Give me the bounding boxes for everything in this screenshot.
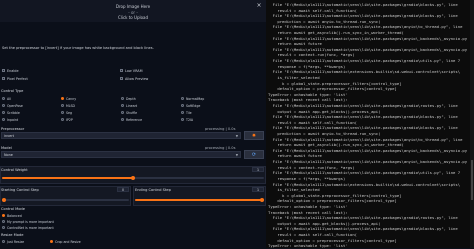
refresh-models-button[interactable]: ⟳	[244, 150, 264, 159]
control-type-radio[interactable]	[2, 97, 5, 100]
resize-mode-radio[interactable]	[50, 240, 53, 243]
control-type-radio[interactable]	[61, 118, 64, 121]
control-type-radio[interactable]	[121, 118, 124, 121]
control-weight-handle[interactable]	[131, 176, 135, 180]
starting-step-input[interactable]: 0	[117, 187, 129, 192]
resize-mode-option: Just Resize	[7, 239, 25, 244]
chevron-down-icon: ▼	[235, 134, 238, 138]
terminal-line: File "E:\Mediu\ola1111\automatic\venv\li…	[268, 215, 458, 221]
drop-zone-upload-text: Click to Upload	[117, 15, 149, 20]
control-weight-fill	[2, 177, 133, 179]
preprocessor-select[interactable]: invert ▼	[1, 132, 241, 139]
control-type-radio[interactable]	[61, 97, 64, 100]
resize-mode-label: Resize Mode	[1, 233, 24, 237]
starting-step-handle[interactable]	[2, 198, 6, 202]
control-type-radio[interactable]	[61, 111, 64, 114]
control-type-option: Scribble	[7, 110, 20, 115]
control-type-radio[interactable]	[2, 104, 5, 107]
terminal-output: File "E:\Mediu\ola1111\automatic\venv\li…	[268, 2, 474, 249]
control-type-label: Control Type	[1, 89, 24, 93]
control-weight-label: Control Weight	[1, 168, 28, 172]
control-mode-option: ControlNet is more important	[7, 225, 54, 230]
info-text: Set the preprocessor to [invert] if your…	[2, 46, 154, 50]
control-type-option: SoftEdge	[186, 103, 201, 108]
close-icon[interactable]: ×	[256, 3, 262, 9]
control-mode-radio[interactable]	[2, 220, 5, 223]
terminal-line: File "E:\Mediu\ola1111\automatic\venv\li…	[268, 102, 458, 108]
starting-step-slider[interactable]	[2, 198, 129, 202]
ending-step-slider[interactable]	[135, 198, 264, 202]
model-status: processing | 0.0s	[205, 146, 236, 150]
control-mode-radio[interactable]	[2, 226, 5, 229]
control-type-option: T2IA	[186, 117, 194, 122]
terminal-line: File "E:\Mediu\ola1111\automatic\venv\li…	[268, 13, 458, 19]
control-type-radio[interactable]	[2, 111, 5, 114]
terminal-line: File "E:\Mediu\ola1111\automatic\venv\li…	[268, 159, 468, 165]
model-select[interactable]: None ▼	[1, 151, 241, 158]
ending-step-label: Ending Control Step	[135, 188, 171, 192]
ending-step-fill	[135, 199, 264, 201]
control-weight-panel	[0, 166, 266, 184]
control-type-option: MLSD	[66, 103, 76, 108]
control-type-option: OpenPose	[7, 103, 23, 108]
preprocessor-status: processing | 0.0s	[205, 127, 236, 131]
terminal-line: File "E:\Mediu\ola1111\automatic\venv\li…	[268, 114, 458, 120]
control-type-radio[interactable]	[181, 111, 184, 114]
control-type-option: Tile	[186, 110, 192, 115]
model-label: Model	[1, 146, 12, 150]
enable-checkbox[interactable]	[2, 69, 5, 72]
resize-mode-option: Crop and Resize	[55, 239, 81, 244]
pixel-perfect-checkbox[interactable]	[2, 77, 5, 80]
control-mode-radio[interactable]	[2, 214, 5, 217]
control-type-option: All	[7, 96, 11, 101]
control-weight-slider[interactable]	[2, 176, 264, 180]
ending-step-input[interactable]: 1	[252, 187, 264, 192]
low-vram-checkbox[interactable]	[120, 69, 123, 72]
control-type-radio[interactable]	[181, 97, 184, 100]
starting-step-label: Starting Control Step	[1, 188, 39, 192]
controlnet-panel: Drop Image Here - or - Click to Upload ×…	[0, 0, 266, 248]
terminal-scrollbar[interactable]	[470, 0, 474, 248]
control-mode-option: Balanced	[7, 213, 22, 218]
control-type-option: Lineart	[126, 103, 138, 108]
control-type-radio[interactable]	[181, 118, 184, 121]
terminal-scrollbar-thumb[interactable]	[471, 160, 473, 200]
control-type-option: Seg	[66, 110, 73, 115]
allow-preview-checkbox[interactable]	[120, 77, 123, 80]
control-type-option: Shuffle	[126, 110, 138, 115]
refresh-icon: ⟳	[251, 152, 257, 158]
drop-zone-text: Drop Image Here	[115, 4, 151, 9]
preprocessor-value: invert	[4, 134, 14, 138]
ending-step-handle[interactable]	[260, 198, 264, 202]
control-type-option: IP2P	[66, 117, 73, 122]
control-type-radio[interactable]	[2, 118, 5, 121]
control-type-option: Inpaint	[7, 117, 19, 122]
control-type-radio[interactable]	[181, 104, 184, 107]
allow-preview-label: Allow Preview	[125, 76, 149, 81]
control-type-option: Canny	[66, 96, 77, 101]
control-mode-label: Control Mode	[1, 207, 25, 211]
enable-label: Enable	[7, 68, 19, 73]
control-type-radio[interactable]	[121, 111, 124, 114]
control-type-radio[interactable]	[61, 104, 64, 107]
low-vram-label: Low VRAM	[125, 68, 143, 73]
run-preprocessor-button[interactable]: ✸	[244, 131, 264, 140]
preprocessor-label: Preprocessor	[1, 127, 25, 131]
image-drop-zone[interactable]: Drop Image Here - or - Click to Upload ×	[0, 0, 266, 22]
control-type-option: Depth	[126, 96, 136, 101]
terminal-line: File "E:\Mediu\ola1111\automatic\venv\li…	[268, 58, 461, 64]
control-type-radio[interactable]	[121, 104, 124, 107]
control-type-option: Reference	[126, 117, 143, 122]
control-type-radio[interactable]	[121, 97, 124, 100]
control-type-option: NormalMap	[186, 96, 205, 101]
pixel-perfect-label: Pixel Perfect	[7, 76, 28, 81]
resize-mode-radio[interactable]	[2, 240, 5, 243]
control-weight-input[interactable]: 1	[252, 167, 264, 172]
explosion-icon: ✸	[251, 133, 257, 139]
chevron-down-icon: ▼	[235, 153, 238, 157]
model-value: None	[4, 153, 13, 157]
control-mode-option: My prompt is more important	[7, 219, 54, 224]
terminal-line: File "E:\Mediu\ola1111\automatic\venv\li…	[268, 2, 458, 7]
